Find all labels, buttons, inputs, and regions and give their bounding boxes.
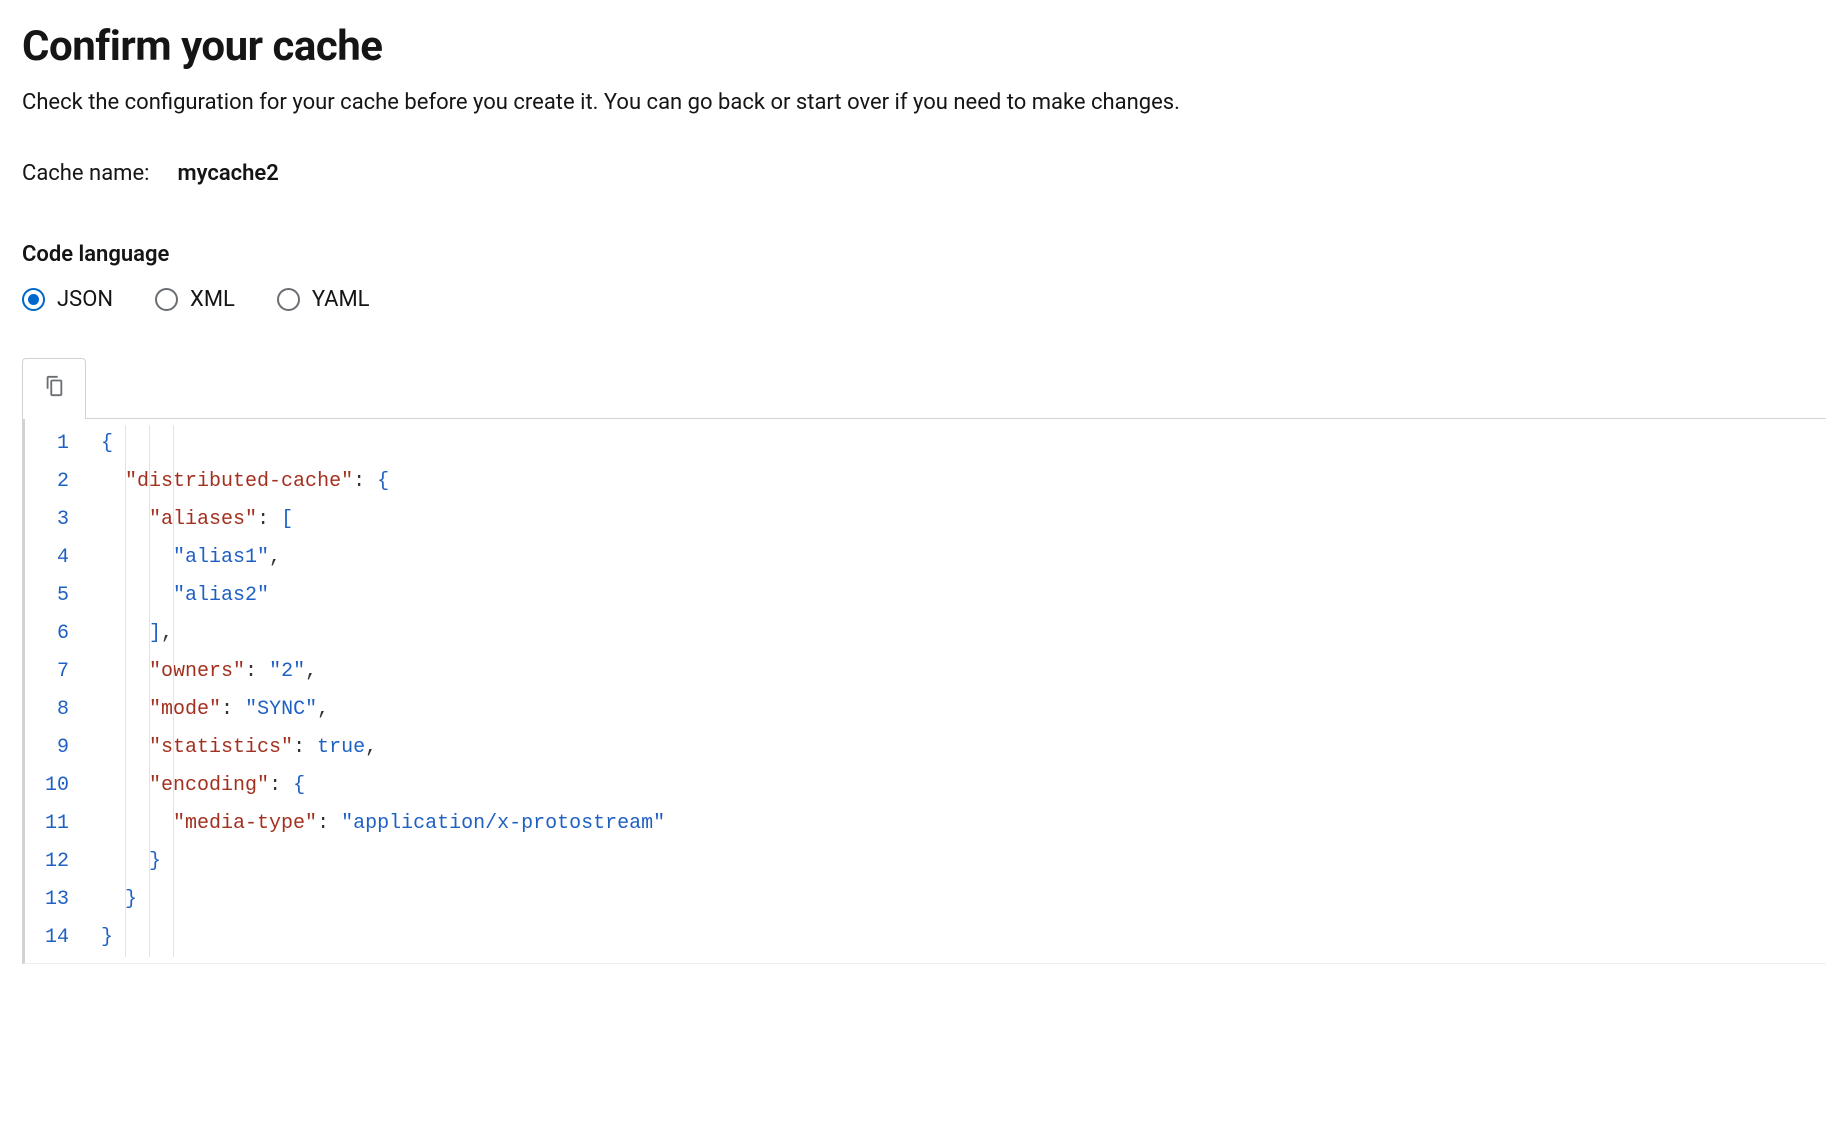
code-language-label: Code language xyxy=(22,242,1826,267)
code-viewer[interactable]: 1 2 3 4 5 6 7 8 9 10 11 12 13 14 { "dist… xyxy=(22,419,1826,964)
cache-name-row: Cache name: mycache2 xyxy=(22,161,1826,186)
code-language-radio-group: JSON XML YAML xyxy=(22,287,1826,312)
radio-label: YAML xyxy=(312,287,370,312)
cache-name-label: Cache name: xyxy=(22,161,149,186)
copy-button[interactable] xyxy=(22,358,86,419)
radio-label: XML xyxy=(190,287,235,312)
radio-yaml[interactable]: YAML xyxy=(277,287,370,312)
radio-indicator xyxy=(155,288,178,311)
page-title: Confirm your cache xyxy=(22,22,1826,71)
page-description: Check the configuration for your cache b… xyxy=(22,87,1826,119)
code-gutter: 1 2 3 4 5 6 7 8 9 10 11 12 13 14 xyxy=(25,425,93,957)
copy-icon xyxy=(43,375,65,403)
code-toolbar xyxy=(22,358,1826,419)
code-content: { "distributed-cache": { "aliases": [ "a… xyxy=(101,425,665,957)
radio-json[interactable]: JSON xyxy=(22,287,113,312)
radio-label: JSON xyxy=(57,287,113,312)
radio-indicator xyxy=(22,288,45,311)
radio-indicator xyxy=(277,288,300,311)
radio-xml[interactable]: XML xyxy=(155,287,235,312)
cache-name-value: mycache2 xyxy=(177,161,278,186)
